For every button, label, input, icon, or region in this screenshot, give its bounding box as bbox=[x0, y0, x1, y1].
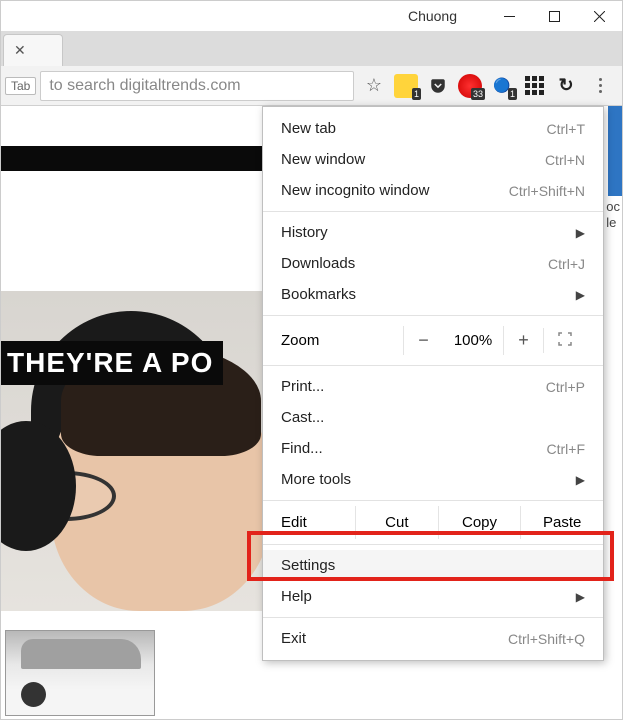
label: More tools bbox=[281, 471, 351, 488]
submenu-arrow-icon: ▶ bbox=[576, 226, 585, 240]
shortcut: Ctrl+P bbox=[546, 379, 585, 395]
label: Print... bbox=[281, 378, 324, 395]
label: Exit bbox=[281, 630, 306, 647]
menu-help[interactable]: Help ▶ bbox=[263, 581, 603, 612]
menu-print[interactable]: Print... Ctrl+P bbox=[263, 371, 603, 402]
shortcut: Ctrl+T bbox=[547, 121, 586, 137]
fullscreen-button[interactable] bbox=[543, 328, 585, 353]
separator bbox=[263, 315, 603, 316]
menu-downloads[interactable]: Downloads Ctrl+J bbox=[263, 248, 603, 279]
menu-find[interactable]: Find... Ctrl+F bbox=[263, 433, 603, 464]
copy-button[interactable]: Copy bbox=[438, 506, 521, 539]
zoom-in-button[interactable]: + bbox=[503, 326, 543, 355]
site-header-strip bbox=[1, 146, 281, 171]
label: Downloads bbox=[281, 255, 355, 272]
grid-icon bbox=[525, 76, 544, 95]
submenu-arrow-icon: ▶ bbox=[576, 590, 585, 604]
separator bbox=[263, 617, 603, 618]
side-text: ocle bbox=[606, 199, 620, 230]
extension-pocket[interactable] bbox=[426, 74, 450, 98]
label: New window bbox=[281, 151, 365, 168]
menu-bookmarks[interactable]: Bookmarks ▶ bbox=[263, 279, 603, 310]
shortcut: Ctrl+J bbox=[548, 256, 585, 272]
chrome-menu-button[interactable] bbox=[586, 72, 614, 100]
label: New incognito window bbox=[281, 182, 429, 199]
minimize-button[interactable] bbox=[487, 1, 532, 31]
menu-settings[interactable]: Settings bbox=[263, 550, 603, 581]
label: Settings bbox=[281, 557, 335, 574]
menu-edit-row: Edit Cut Copy Paste bbox=[263, 506, 603, 539]
menu-new-tab[interactable]: New tab Ctrl+T bbox=[263, 113, 603, 144]
shortcut: Ctrl+F bbox=[547, 441, 586, 457]
extension-sync[interactable]: ↻ bbox=[554, 74, 578, 98]
extension-adblock[interactable]: 33 bbox=[458, 74, 482, 98]
shortcut: Ctrl+Shift+N bbox=[509, 183, 585, 199]
label: New tab bbox=[281, 120, 336, 137]
extension-icon-blue[interactable]: 🔵 1 bbox=[490, 74, 514, 98]
browser-window: Chuong ✕ Tab to search digitaltrends.com… bbox=[0, 0, 623, 720]
extension-apps-grid[interactable] bbox=[522, 74, 546, 98]
edit-label: Edit bbox=[263, 506, 355, 539]
menu-zoom-row: Zoom − 100% + bbox=[263, 321, 603, 360]
menu-new-window[interactable]: New window Ctrl+N bbox=[263, 144, 603, 175]
tab-strip: ✕ bbox=[1, 31, 622, 66]
badge: 33 bbox=[471, 88, 485, 100]
tab-close-icon[interactable]: ✕ bbox=[14, 42, 26, 59]
badge: 1 bbox=[412, 88, 421, 100]
menu-history[interactable]: History ▶ bbox=[263, 217, 603, 248]
separator bbox=[263, 211, 603, 212]
menu-exit[interactable]: Exit Ctrl+Shift+Q bbox=[263, 623, 603, 654]
browser-tab[interactable]: ✕ bbox=[3, 34, 63, 66]
badge: 1 bbox=[508, 88, 517, 100]
extension-row: 1 33 🔵 1 ↻ bbox=[394, 72, 618, 100]
extension-google-keep[interactable]: 1 bbox=[394, 74, 418, 98]
tab-key-hint: Tab bbox=[5, 77, 36, 95]
close-button[interactable] bbox=[577, 1, 622, 31]
label: Find... bbox=[281, 440, 323, 457]
bookmark-star-icon[interactable]: ☆ bbox=[358, 75, 390, 96]
zoom-value: 100% bbox=[443, 332, 503, 349]
article-headline: THEY'RE A PO bbox=[1, 341, 223, 385]
cut-button[interactable]: Cut bbox=[355, 506, 438, 539]
separator bbox=[263, 500, 603, 501]
omnibox[interactable]: to search digitaltrends.com bbox=[40, 71, 354, 101]
titlebar: Chuong bbox=[1, 1, 622, 31]
submenu-arrow-icon: ▶ bbox=[576, 288, 585, 302]
omnibox-text: to search digitaltrends.com bbox=[49, 77, 240, 95]
chrome-menu: New tab Ctrl+T New window Ctrl+N New inc… bbox=[262, 106, 604, 661]
paste-button[interactable]: Paste bbox=[520, 506, 603, 539]
separator bbox=[263, 544, 603, 545]
article-image-person bbox=[1, 291, 267, 611]
label: Help bbox=[281, 588, 312, 605]
article-image-car bbox=[5, 630, 155, 716]
shortcut: Ctrl+Shift+Q bbox=[508, 631, 585, 647]
label: Bookmarks bbox=[281, 286, 356, 303]
shortcut: Ctrl+N bbox=[545, 152, 585, 168]
separator bbox=[263, 365, 603, 366]
menu-cast[interactable]: Cast... bbox=[263, 402, 603, 433]
profile-name[interactable]: Chuong bbox=[408, 8, 457, 24]
menu-incognito[interactable]: New incognito window Ctrl+Shift+N bbox=[263, 175, 603, 206]
label: History bbox=[281, 224, 328, 241]
side-app-strip bbox=[608, 106, 622, 196]
zoom-label: Zoom bbox=[281, 332, 403, 349]
address-bar: Tab to search digitaltrends.com ☆ 1 33 🔵… bbox=[1, 66, 622, 106]
menu-more-tools[interactable]: More tools ▶ bbox=[263, 464, 603, 495]
label: Cast... bbox=[281, 409, 324, 426]
maximize-button[interactable] bbox=[532, 1, 577, 31]
submenu-arrow-icon: ▶ bbox=[576, 473, 585, 487]
zoom-out-button[interactable]: − bbox=[403, 326, 443, 355]
